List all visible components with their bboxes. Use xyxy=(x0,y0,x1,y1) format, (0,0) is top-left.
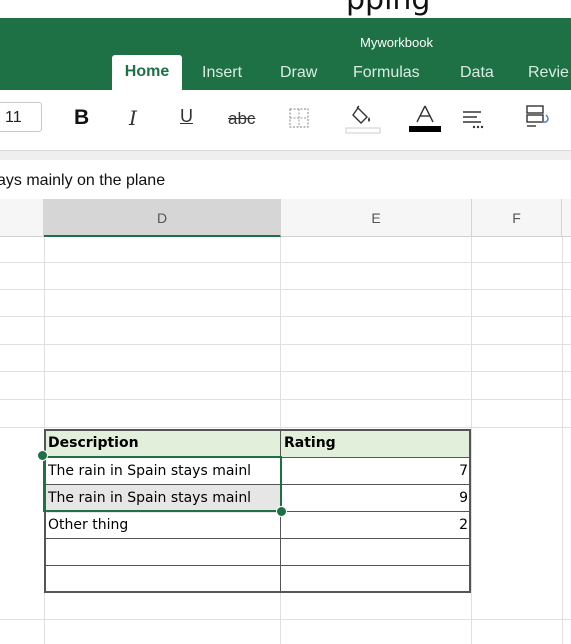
selection-handle-bottom-right[interactable] xyxy=(276,506,287,517)
table-cell[interactable] xyxy=(281,566,470,594)
tab-home[interactable]: Home xyxy=(112,55,182,90)
borders-icon[interactable] xyxy=(289,108,309,128)
table-border xyxy=(44,484,471,485)
table-border xyxy=(44,565,471,566)
column-header-d[interactable]: D xyxy=(44,199,281,237)
strikethrough-button[interactable]: abc xyxy=(228,109,255,129)
table-border xyxy=(44,538,471,539)
gridline xyxy=(0,289,571,290)
gridline xyxy=(0,344,571,345)
italic-button[interactable]: I xyxy=(129,106,137,130)
home-toolbar: 11 B I U abc xyxy=(0,90,571,148)
gridline xyxy=(471,237,472,644)
tab-draw[interactable]: Draw xyxy=(280,64,317,82)
table-cell[interactable] xyxy=(45,539,280,567)
toolbar-divider xyxy=(0,150,571,160)
gridline xyxy=(0,619,571,620)
header-cell-description[interactable]: Description xyxy=(45,430,280,458)
column-header-f[interactable]: F xyxy=(472,199,562,237)
table-border xyxy=(44,511,471,512)
column-header-g[interactable] xyxy=(562,199,571,237)
underline-button[interactable]: U xyxy=(180,106,193,127)
table-cell[interactable]: The rain in Spain stays mainl xyxy=(45,458,280,486)
column-header-c[interactable] xyxy=(0,199,44,237)
gridline xyxy=(0,262,571,263)
table-cell[interactable]: 9 xyxy=(281,485,470,513)
wrap-text-icon[interactable] xyxy=(524,103,550,131)
table-cell[interactable]: 7 xyxy=(281,458,470,486)
column-header-row: D E F xyxy=(0,199,571,237)
tab-formulas[interactable]: Formulas xyxy=(353,64,420,82)
top-strip: pping xyxy=(0,0,571,18)
ribbon: Myworkbook Home Insert Draw Formulas Dat… xyxy=(0,18,571,90)
tab-data[interactable]: Data xyxy=(460,64,494,82)
tab-insert[interactable]: Insert xyxy=(202,64,242,82)
font-size-field[interactable]: 11 xyxy=(0,102,42,132)
partial-heading: pping xyxy=(346,0,430,17)
tab-review[interactable]: Revie xyxy=(528,64,569,82)
workbook-title: Myworkbook xyxy=(360,35,433,50)
table-cell[interactable]: The rain in Spain stays mainl xyxy=(45,485,280,513)
formula-text: ays mainly on the plane xyxy=(0,172,166,189)
table-cell[interactable]: Other thing xyxy=(45,512,280,540)
align-icon[interactable] xyxy=(461,108,487,130)
bold-button[interactable]: B xyxy=(74,106,89,130)
table-border xyxy=(44,457,471,458)
font-color-icon[interactable] xyxy=(407,102,443,136)
gridline xyxy=(562,237,563,644)
gridline xyxy=(0,371,571,372)
gridline xyxy=(0,316,571,317)
selection-handle-top-left[interactable] xyxy=(37,450,48,461)
table-cell[interactable] xyxy=(281,539,470,567)
header-cell-rating[interactable]: Rating xyxy=(281,430,470,458)
column-header-e[interactable]: E xyxy=(281,199,472,237)
spreadsheet-grid[interactable]: D E F Description Rating The rain in Spa… xyxy=(0,199,571,644)
table-cell[interactable]: 2 xyxy=(281,512,470,540)
fill-color-icon[interactable] xyxy=(345,104,381,134)
font-size-value: 11 xyxy=(5,109,22,126)
gridline xyxy=(0,427,571,428)
table-cell[interactable] xyxy=(45,566,280,594)
gridline xyxy=(0,399,571,400)
